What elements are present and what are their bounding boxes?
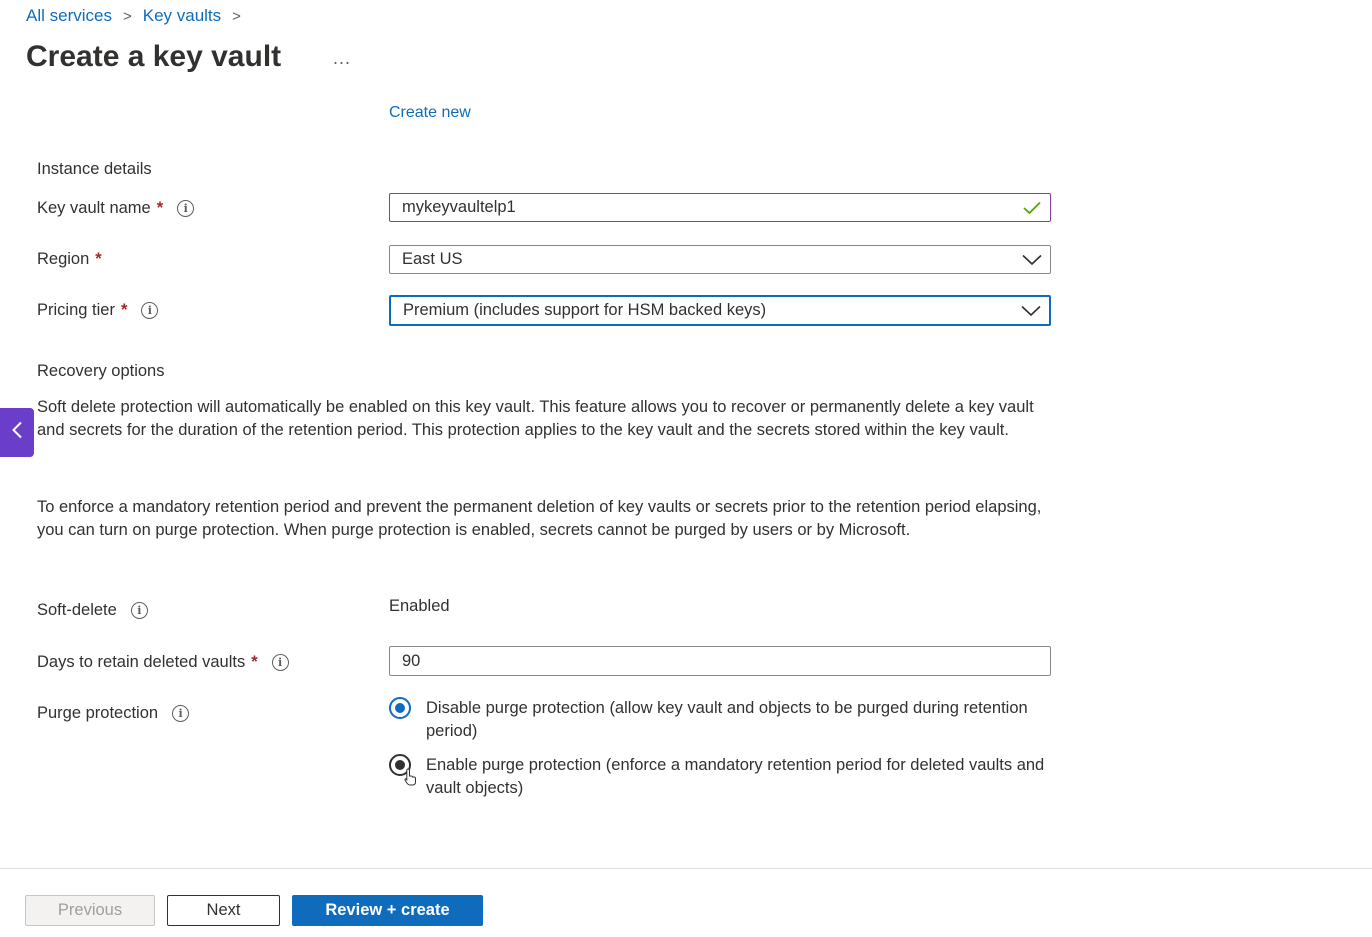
days-retain-label: Days to retain deleted vaults * i [37,653,289,672]
chevron-down-icon [1013,305,1049,317]
more-options-icon[interactable]: ... [333,48,351,69]
purge-protection-label: Purge protection i [37,704,190,723]
footer-divider [0,868,1372,869]
days-retain-value: 90 [402,651,421,670]
previous-button[interactable]: Previous [25,895,155,926]
create-new-link[interactable]: Create new [389,104,471,122]
purge-protection-description: To enforce a mandatory retention period … [37,498,1042,539]
purge-option-disable-label: Disable purge protection (allow key vaul… [426,699,1028,740]
purge-protection-label-text: Purge protection [37,704,159,722]
info-icon[interactable]: i [172,705,190,722]
chevron-down-icon [1014,254,1050,266]
pricing-tier-label: Pricing tier * i [37,301,159,320]
info-icon[interactable]: i [130,602,148,619]
soft-delete-label-text: Soft-delete [37,601,117,619]
required-marker: * [120,301,128,319]
region-label: Region * [37,250,102,269]
info-icon[interactable]: i [141,302,159,319]
chevron-right-icon: > [122,7,132,25]
purge-option-enable[interactable]: Enable purge protection (enforce a manda… [389,754,1049,800]
pricing-tier-label-text: Pricing tier [37,301,115,319]
purge-option-disable[interactable]: Disable purge protection (allow key vaul… [389,697,1049,743]
days-retain-label-text: Days to retain deleted vaults [37,653,246,671]
key-vault-name-value: mykeyvaultelp1 [402,198,516,216]
collapse-panel-button[interactable] [0,408,34,457]
key-vault-name-label-text: Key vault name [37,199,151,217]
checkmark-icon [1014,201,1050,215]
instance-details-heading: Instance details [37,160,152,178]
region-label-text: Region [37,250,90,268]
required-marker: * [251,653,258,671]
radio-selected-icon[interactable] [389,697,411,719]
days-retain-input[interactable]: 90 [389,646,1051,676]
chevron-left-icon [11,421,23,444]
region-select[interactable]: East US [389,245,1051,274]
required-marker: * [95,250,102,268]
info-icon[interactable]: i [271,654,289,671]
key-vault-name-label: Key vault name * i [37,199,195,218]
pricing-tier-select[interactable]: Premium (includes support for HSM backed… [389,295,1051,326]
page-title: Create a key vault [26,40,282,73]
breadcrumb-all-services[interactable]: All services [26,6,112,26]
review-create-button[interactable]: Review + create [292,895,483,926]
region-value: East US [402,250,463,268]
breadcrumb: All services > Key vaults > [26,6,252,26]
soft-delete-label: Soft-delete i [37,601,148,620]
chevron-right-icon: > [232,7,241,25]
soft-delete-value: Enabled [389,597,450,615]
pricing-tier-value: Premium (includes support for HSM backed… [403,301,767,319]
pointer-cursor-icon [404,768,418,791]
soft-delete-description: Soft delete protection will automaticall… [37,398,1034,439]
next-button[interactable]: Next [167,895,280,926]
breadcrumb-key-vaults[interactable]: Key vaults [143,6,221,26]
purge-option-enable-label: Enable purge protection (enforce a manda… [426,756,1045,797]
key-vault-name-input[interactable]: mykeyvaultelp1 [389,193,1051,222]
info-icon[interactable]: i [177,200,195,217]
recovery-options-heading: Recovery options [37,362,165,380]
required-marker: * [156,199,164,217]
